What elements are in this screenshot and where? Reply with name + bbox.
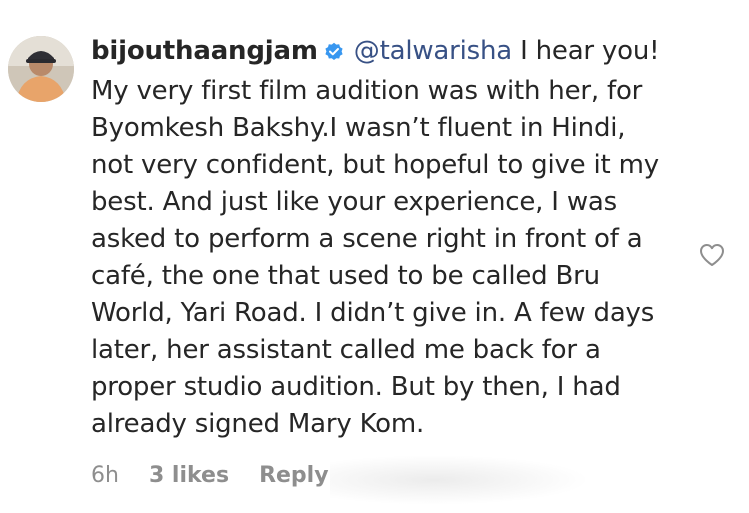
comment-text-line-2: My very first film audition was with her… — [91, 76, 643, 106]
mention-link[interactable]: @talwarisha — [354, 36, 512, 66]
comment-meta: 6h 3 likes Reply — [91, 463, 359, 488]
comment-text-line-7: café, the one that used to be called Bru — [91, 261, 600, 291]
reply-button[interactable]: Reply — [259, 463, 329, 488]
comment-item: bijouthaangjam @talwarisha I hear you! My… — [0, 0, 749, 513]
blurred-overlay — [330, 455, 590, 505]
comment-timestamp[interactable]: 6h — [91, 463, 119, 488]
comment-text-line-10: proper studio audition. But by then, I h… — [91, 372, 621, 402]
comment-username[interactable]: bijouthaangjam — [91, 36, 318, 66]
likes-count[interactable]: 3 likes — [149, 463, 229, 488]
comment-text-line-4: not very confident, but hopeful to give … — [91, 150, 659, 180]
verified-badge-icon — [324, 36, 344, 73]
comment-body: bijouthaangjam @talwarisha I hear you! My… — [91, 33, 681, 443]
comment-text-line-5: best. And just like your experience, I w… — [91, 187, 617, 217]
avatar-image — [8, 36, 74, 102]
comment-text-line-3: Byomkesh Bakshy.I wasn’t fluent in Hindi… — [91, 113, 626, 143]
comment-text-line-11: already signed Mary Kom. — [91, 409, 425, 439]
comment-text-line-8: World, Yari Road. I didn’t give in. A fe… — [91, 298, 655, 328]
comment-text-line-6: asked to perform a scene right in front … — [91, 224, 643, 254]
comment-text-line-1: I hear you! — [512, 36, 660, 66]
avatar[interactable] — [8, 36, 74, 102]
like-heart-icon[interactable] — [699, 243, 725, 267]
comment-text-line-9: later, her assistant called me back for … — [91, 335, 601, 365]
